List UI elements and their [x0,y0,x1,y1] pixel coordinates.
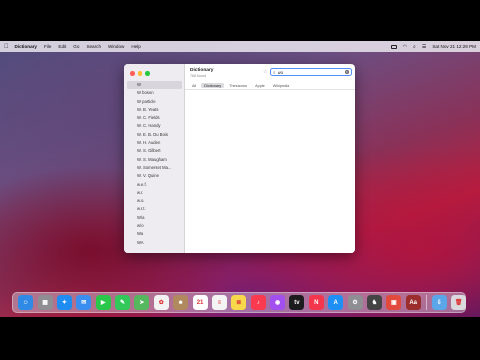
search-input[interactable] [277,69,338,75]
tab-apple[interactable]: Apple [252,83,268,88]
word-list-item[interactable]: W/a [127,214,182,222]
menu-window[interactable]: Window [108,44,124,49]
dictionary-icon[interactable]: Aa [405,295,421,310]
clear-search-icon[interactable]: × [344,69,349,75]
window-controls [130,71,150,76]
podcasts-icon[interactable]: ◉ [270,295,286,310]
word-list-item[interactable]: Wa [127,230,182,238]
messages-icon[interactable]: ✎ [115,295,131,310]
desktop:  Dictionary File Edit Go Search Window … [0,41,480,317]
word-list-item[interactable]: W. C. Handy [127,122,182,130]
news-icon[interactable]: N [308,295,324,310]
menu-edit[interactable]: Edit [58,44,66,49]
word-list-item[interactable]: W. S. Gilbert [127,147,182,155]
launchpad-icon[interactable]: ▦ [37,295,53,310]
mail-icon[interactable]: ✉ [76,295,92,310]
title-bar: Dictionary 768 found ☆ ⌕ × [185,64,355,82]
dictionary-window: WW boson W particle W. B. Yeats W. C. Field… [124,64,355,253]
search-field[interactable]: ⌕ × [270,68,352,76]
wifi-icon[interactable]: ◠ [403,44,407,50]
favorite-star-icon[interactable]: ☆ [263,69,267,75]
menu-dictionary[interactable]: Dictionary [15,44,37,49]
tab-all[interactable]: All [189,83,199,88]
word-list-item[interactable]: W. E. B. Du Bois [127,131,182,139]
word-list-item[interactable]: WA [127,239,182,247]
calendar-icon[interactable]: 21 [192,295,208,310]
status-area: ◠ ⌕ ☰ Sat Nov 21 12:29 PM [390,44,476,50]
word-list-item[interactable]: w.o. [127,197,182,205]
apple-menu-icon[interactable]:  [4,44,9,50]
word-list-item[interactable]: w.r. [127,189,182,197]
results-count: 768 found [190,74,206,78]
apple-tv-icon[interactable]: tv [289,295,305,310]
word-list-item[interactable]: W boson [127,89,182,97]
control-center-icon[interactable]: ☰ [422,44,426,50]
word-list-item[interactable]: w.r.t. [127,205,182,213]
source-tabs: All Dictionary Thesaurus Apple Wikipedia [185,82,355,90]
maps-icon[interactable]: ➤ [134,295,150,310]
music-icon[interactable]: ♪ [250,295,266,310]
contacts-icon[interactable]: ☻ [173,295,189,310]
preview-icon[interactable]: ▣ [386,295,402,310]
facetime-icon[interactable]: ▶ [95,295,111,310]
dock-separator [425,295,427,310]
reminders-icon[interactable]: ≡ [211,295,227,310]
trash-icon[interactable]: 🗑 [451,295,467,310]
menu-search[interactable]: Search [86,44,101,49]
spotlight-search-icon[interactable]: ⌕ [413,44,416,50]
safari-icon[interactable]: ✦ [56,295,72,310]
system-preferences-icon[interactable]: ⚙ [347,295,363,310]
word-list-item[interactable]: W. H. Auden [127,139,182,147]
menu-bar:  Dictionary File Edit Go Search Window … [0,41,480,52]
downloads-folder-icon[interactable]: ⇩ [431,295,447,310]
word-list-item[interactable]: w.e.f. [127,181,182,189]
minimize-button[interactable] [137,71,142,76]
search-icon: ⌕ [273,69,276,75]
word-list-item[interactable]: W particle [127,98,182,106]
photos-icon[interactable]: ✿ [153,295,169,310]
word-list-item[interactable]: W. Somerset Ma... [127,164,182,172]
word-list-item[interactable]: w/o [127,222,182,230]
finder-icon[interactable]: ☺ [18,295,34,310]
battery-icon[interactable] [390,44,397,49]
word-list-item[interactable]: W. V. Quine [127,172,182,180]
menu-file[interactable]: File [44,44,51,49]
app-store-icon[interactable]: A [328,295,344,310]
close-button[interactable] [130,71,135,76]
tab-wikipedia[interactable]: Wikipedia [270,83,292,88]
zoom-button[interactable] [145,71,150,76]
window-title: Dictionary [190,68,214,73]
notes-icon[interactable]: ≣ [231,295,247,310]
word-list-item[interactable]: W. B. Yeats [127,106,182,114]
tab-thesaurus[interactable]: Thesaurus [226,83,250,88]
dock: ☺ ▦ ✦ ✉ ▶ ✎ ➤ ✿ ☻ 21 ≡ ≣ ♪ ◉ tv N A ⚙ ♞ ▣ Aa ⇩ 🗑 [12,292,467,313]
word-list-item[interactable]: W [127,81,182,90]
word-list-item[interactable]: W. S. Maugham [127,156,182,164]
tab-dictionary[interactable]: Dictionary [201,83,225,88]
chess-icon[interactable]: ♞ [366,295,382,310]
word-list-item[interactable]: W. C. Fields [127,114,182,122]
menu-go[interactable]: Go [73,44,79,49]
menu-clock[interactable]: Sat Nov 21 12:29 PM [432,44,476,49]
word-list: WW boson W particle W. B. Yeats W. C. Field… [127,81,182,247]
sidebar: WW boson W particle W. B. Yeats W. C. Field… [124,64,185,253]
menu-help[interactable]: Help [131,44,140,49]
definition-pane [185,91,355,253]
